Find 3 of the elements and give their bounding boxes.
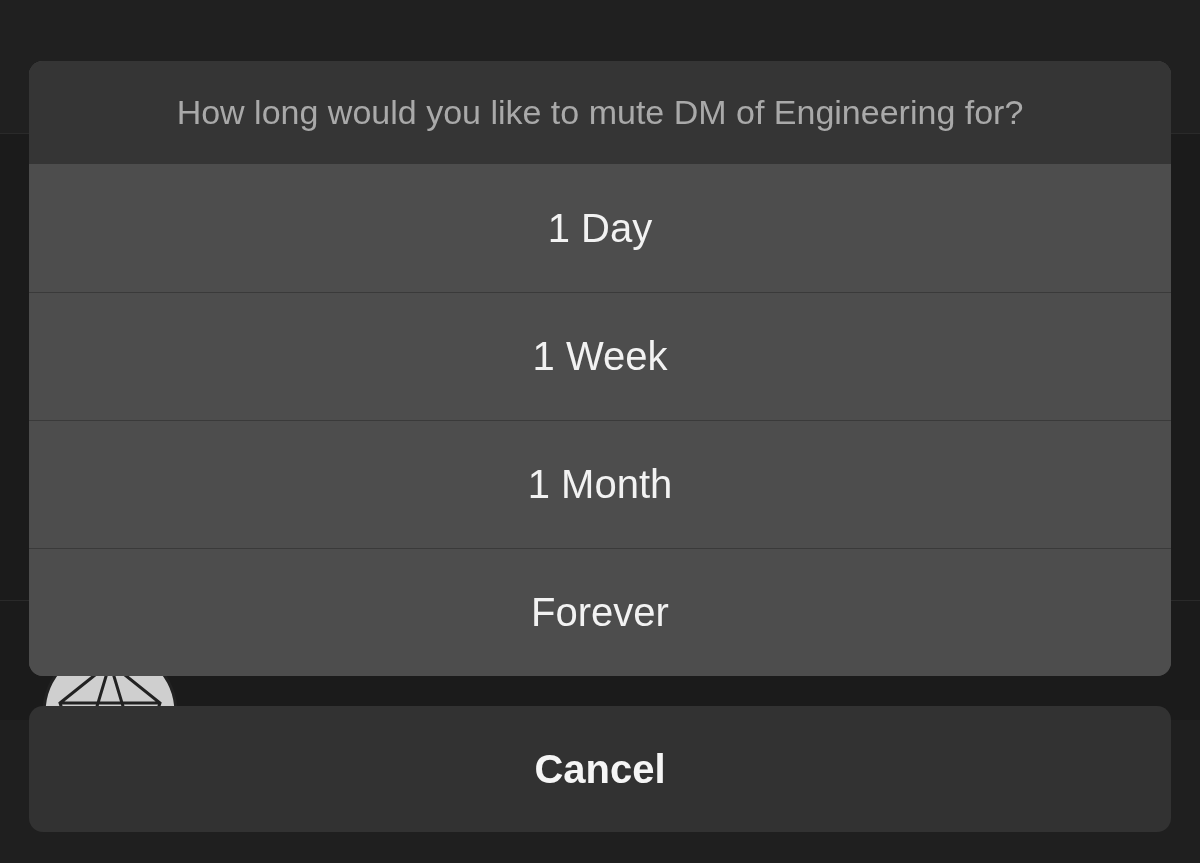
mute-option[interactable]: Forever	[29, 548, 1171, 676]
sheet-title: How long would you like to mute DM of Engineering for?	[29, 61, 1171, 164]
cancel-button[interactable]: Cancel	[29, 706, 1171, 832]
